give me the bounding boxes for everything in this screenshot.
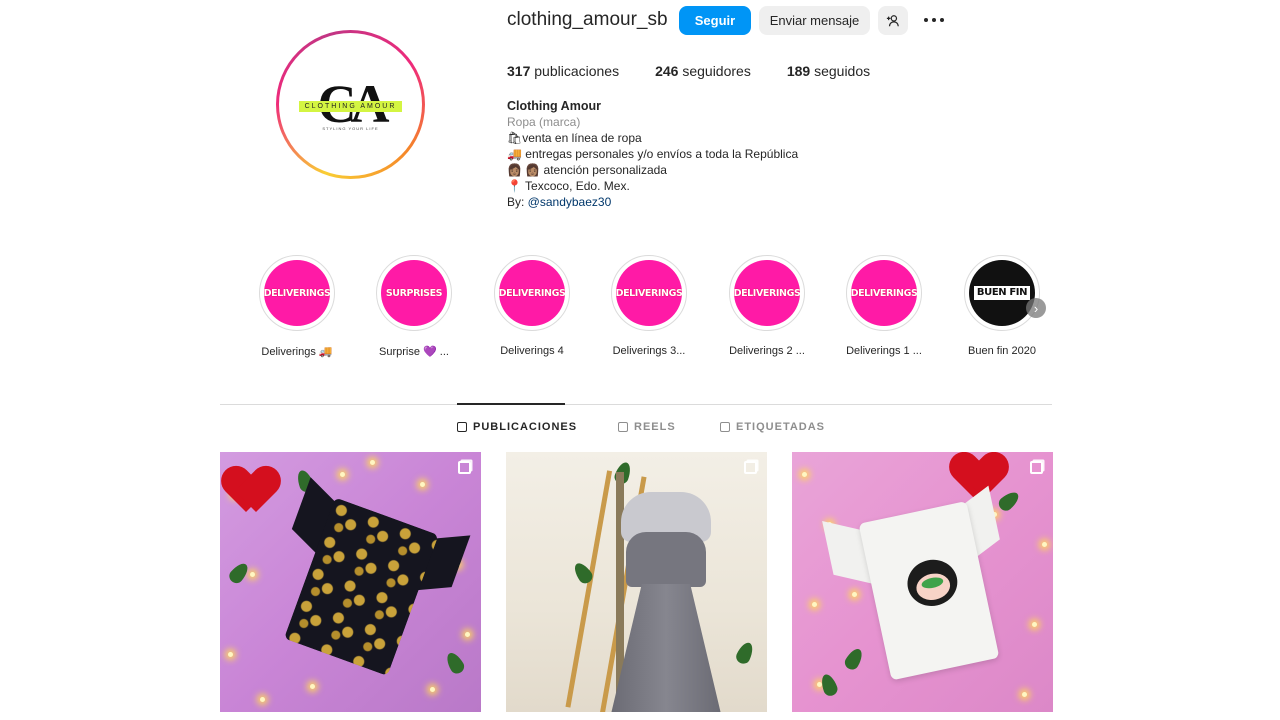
reels-icon: [618, 422, 628, 432]
highlight-item[interactable]: SURPRISES Surprise 💜 ...: [374, 255, 454, 358]
send-message-button[interactable]: Enviar mensaje: [759, 6, 870, 35]
heart-light: [226, 468, 276, 518]
bio-line: 🛍venta en línea de ropa: [507, 131, 642, 145]
logo-subtext: STYLING YOUR LIFE: [322, 126, 379, 131]
profile-avatar[interactable]: CA CLOTHING AMOUR STYLING YOUR LIFE: [276, 30, 425, 179]
active-tab-indicator: [457, 403, 565, 405]
highlight-ring: DELIVERINGS: [611, 255, 687, 331]
followers-stat[interactable]: 246 seguidores: [655, 63, 751, 79]
bio-name: Clothing Amour: [507, 99, 601, 113]
highlight-item[interactable]: DELIVERINGS Deliverings 3...: [609, 255, 689, 357]
highlight-ring: DELIVERINGS: [729, 255, 805, 331]
suggested-users-button[interactable]: [878, 6, 908, 35]
profile-bio: Clothing Amour Ropa (marca) 🛍venta en lí…: [507, 98, 798, 210]
posts-stat[interactable]: 317 publicaciones: [507, 63, 619, 79]
tab-label: PUBLICACIONES: [473, 421, 578, 433]
highlight-label: Buen fin 2020: [968, 345, 1036, 357]
gray-dress-on-mannequin: [606, 492, 726, 712]
following-stat[interactable]: 189 seguidos: [787, 63, 870, 79]
brand-logo: CA CLOTHING AMOUR STYLING YOUR LIFE: [283, 37, 418, 172]
highlight-label: Deliverings 2 ...: [729, 345, 805, 357]
post-thumbnail[interactable]: [506, 452, 767, 712]
highlight-label: Deliverings 🚚: [261, 346, 333, 358]
highlight-item[interactable]: DELIVERINGS Deliverings 🚚: [257, 255, 337, 358]
highlight-ring: SURPRISES: [376, 255, 452, 331]
tab-label: REELS: [634, 421, 676, 433]
highlight-item[interactable]: DELIVERINGS Deliverings 4: [492, 255, 572, 357]
highlight-label: Deliverings 4: [500, 345, 564, 357]
bio-category: Ropa (marca): [507, 115, 581, 129]
highlight-item[interactable]: DELIVERINGS Deliverings 1 ...: [844, 255, 924, 357]
more-options-icon[interactable]: [922, 13, 946, 27]
highlight-item[interactable]: DELIVERINGS Deliverings 2 ...: [727, 255, 807, 357]
highlight-ring: BUEN FIN: [964, 255, 1040, 331]
leaf: [226, 560, 252, 586]
highlight-cover: DELIVERINGS: [734, 260, 800, 326]
highlight-cover: DELIVERINGS: [851, 260, 917, 326]
highlight-cover: BUEN FIN: [969, 260, 1035, 326]
bio-mention-link[interactable]: @sandybaez30: [528, 195, 612, 209]
tab-publicaciones[interactable]: PUBLICACIONES: [457, 421, 577, 433]
highlight-cover: DELIVERINGS: [499, 260, 565, 326]
bio-line: 🚚 entregas personales y/o envíos a toda …: [507, 147, 799, 161]
post-thumbnail[interactable]: [792, 452, 1053, 712]
highlight-ring: DELIVERINGS: [846, 255, 922, 331]
highlight-ring: DELIVERINGS: [494, 255, 570, 331]
highlight-cover: DELIVERINGS: [616, 260, 682, 326]
tabs-divider: [220, 404, 1052, 405]
black-printed-tshirt: [252, 468, 473, 695]
highlight-label: Deliverings 3...: [612, 345, 686, 357]
avatar-border: CA CLOTHING AMOUR STYLING YOUR LIFE: [279, 33, 422, 176]
bio-by: By: @sandybaez30: [507, 195, 612, 209]
leaf: [734, 640, 756, 666]
bio-line: 👩🏽 👩🏽 atención personalizada: [507, 163, 667, 177]
tab-etiquetadas[interactable]: ETIQUETADAS: [720, 421, 825, 433]
highlight-label: Surprise 💜 ...: [379, 346, 449, 358]
carousel-icon: [458, 461, 471, 474]
highlight-cover: SURPRISES: [381, 260, 447, 326]
profile-stats: 317 publicaciones 246 seguidores 189 seg…: [507, 63, 906, 79]
highlight-cover: DELIVERINGS: [264, 260, 330, 326]
leaf: [818, 672, 840, 698]
profile-username: clothing_amour_sb: [507, 9, 668, 30]
grid-icon: [457, 422, 467, 432]
logo-band-text: CLOTHING AMOUR: [299, 101, 402, 112]
carousel-icon: [744, 461, 757, 474]
chevron-right-icon[interactable]: ›: [1026, 298, 1046, 318]
carousel-icon: [1030, 461, 1043, 474]
tab-label: ETIQUETADAS: [736, 421, 826, 433]
tab-reels[interactable]: REELS: [618, 421, 676, 433]
tagged-icon: [720, 422, 730, 432]
leaf: [443, 649, 467, 677]
highlight-label: Deliverings 1 ...: [846, 345, 922, 357]
follow-button[interactable]: Seguir: [679, 6, 751, 35]
highlight-ring: DELIVERINGS: [259, 255, 335, 331]
add-user-icon: [886, 14, 899, 26]
post-thumbnail[interactable]: [220, 452, 481, 712]
bio-line: 📍 Texcoco, Edo. Mex.: [507, 179, 630, 193]
